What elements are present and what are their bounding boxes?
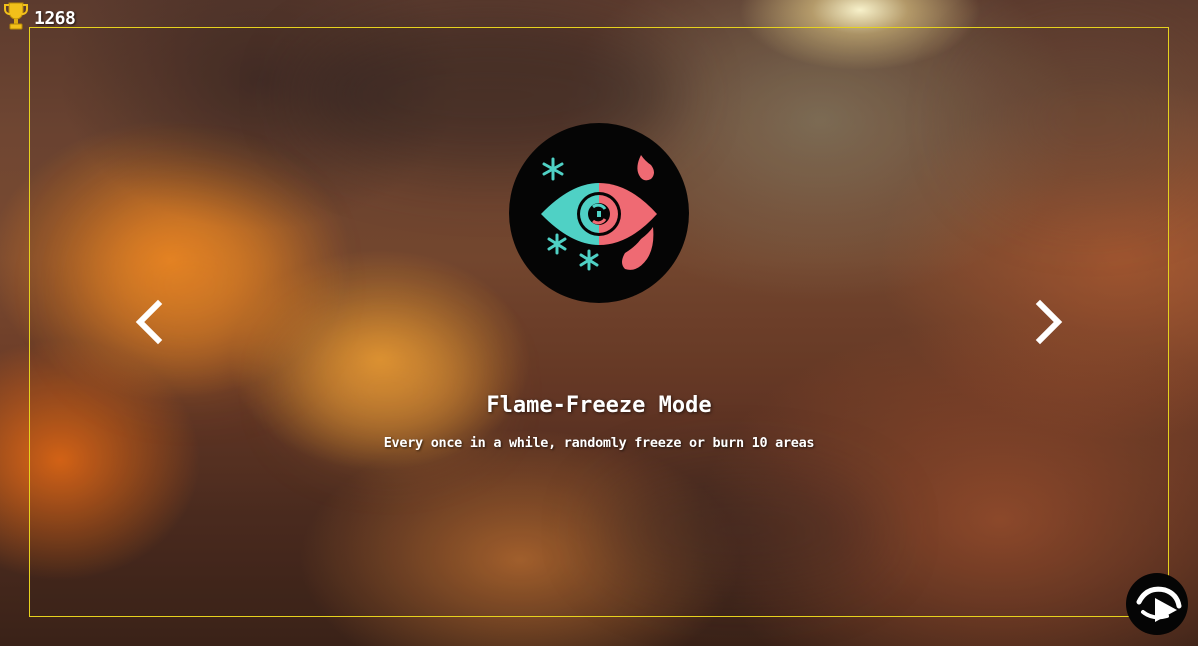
mode-description: Every once in a while, randomly freeze o… xyxy=(383,435,815,451)
trophy-icon xyxy=(3,1,29,35)
next-mode-button[interactable] xyxy=(1028,298,1068,346)
previous-mode-button[interactable] xyxy=(130,298,170,346)
game-screen: 1268 Flame-Freeze Mode Every once in a w… xyxy=(0,0,1198,646)
mode-title: Flame-Freeze Mode xyxy=(486,393,712,418)
mode-select-panel xyxy=(29,27,1169,617)
chevron-right-icon xyxy=(1035,299,1063,345)
flame-freeze-eye-icon xyxy=(509,123,689,303)
chevron-left-icon xyxy=(135,299,163,345)
score-value: 1268 xyxy=(34,7,76,29)
start-game-button[interactable] xyxy=(1125,572,1189,636)
play-arrow-icon xyxy=(1126,573,1188,635)
